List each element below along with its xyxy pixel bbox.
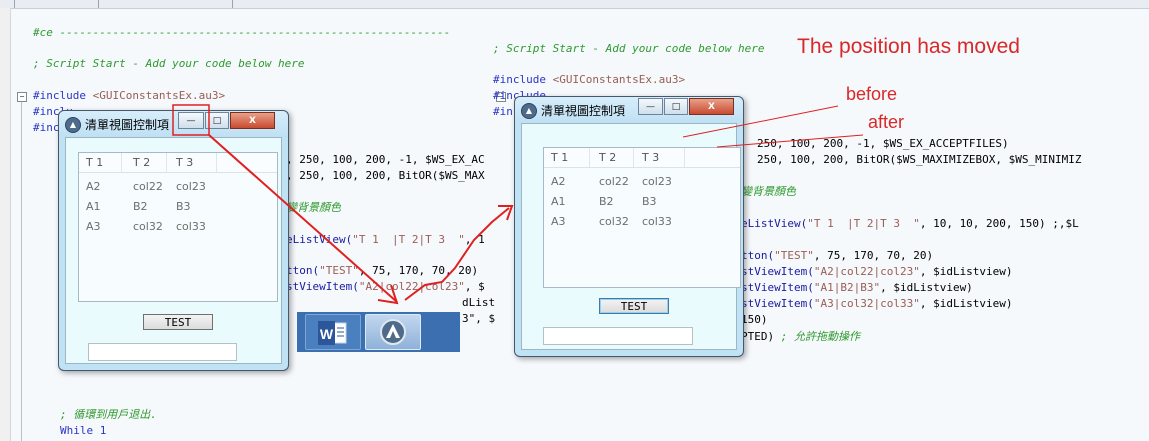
after-pointer-line: [716, 134, 864, 148]
move-arrow-head: [498, 205, 514, 221]
highlight-box: [172, 104, 210, 136]
drag-arrow-line: [208, 134, 398, 303]
before-pointer-line: [682, 105, 839, 138]
move-arrow-line: [404, 207, 510, 301]
annotation-overlay: [172, 104, 864, 305]
